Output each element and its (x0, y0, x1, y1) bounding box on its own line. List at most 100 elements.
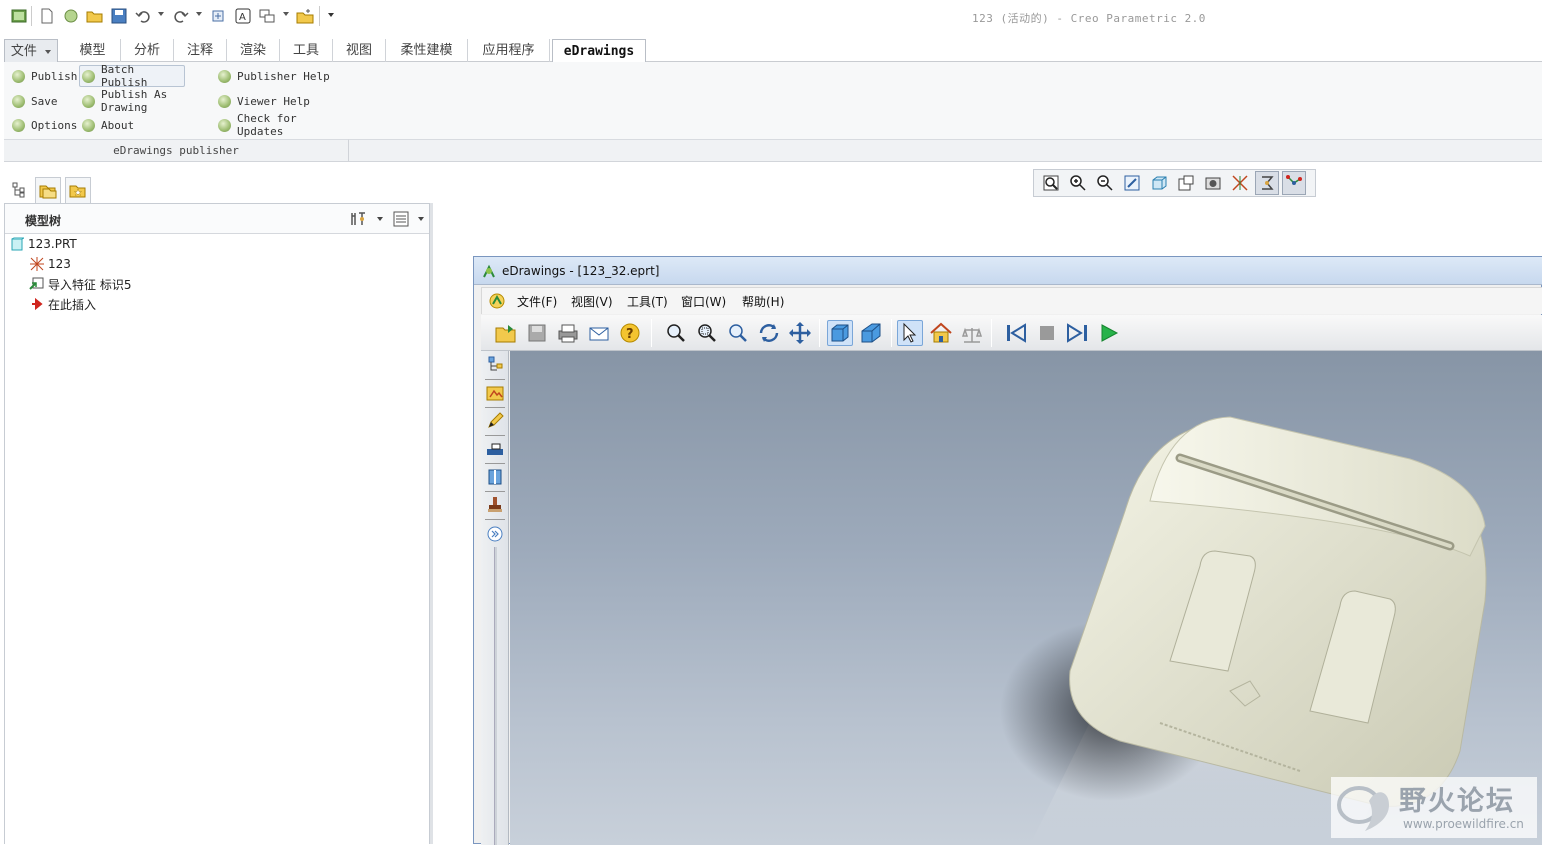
tab-file[interactable]: 文件 (4, 39, 58, 62)
section-icon[interactable] (484, 466, 506, 488)
tab-model[interactable]: 模型 (65, 39, 121, 62)
save-icon[interactable] (110, 7, 128, 25)
tab-analysis[interactable]: 分析 (121, 39, 174, 62)
tab-annotate[interactable]: 注释 (174, 39, 227, 62)
model-render (1000, 416, 1487, 845)
zoom-icon[interactable] (725, 320, 751, 346)
ribbon-panel: Publish Batch Publish Publisher Help Sav… (4, 62, 1542, 162)
regenerate-icon[interactable] (209, 7, 227, 25)
import-feature-icon (29, 276, 45, 292)
measure-icon[interactable] (959, 320, 985, 346)
save-label: Save (31, 94, 58, 108)
redo-icon[interactable] (172, 7, 190, 25)
ribbon-tabs: 文件 模型 分析 注释 渲染 工具 视图 柔性建模 应用程序 eDrawings (4, 39, 1542, 63)
stop-icon[interactable] (1034, 320, 1060, 346)
new-session-icon[interactable] (62, 7, 80, 25)
refit-icon[interactable] (1039, 171, 1063, 195)
spin-center-icon[interactable] (1255, 171, 1279, 195)
components-icon[interactable] (484, 353, 506, 375)
viewer-help-button[interactable]: Viewer Help (216, 91, 326, 111)
expand-sidebar-icon[interactable] (484, 523, 506, 545)
menu-help[interactable]: 帮助(H) (742, 293, 784, 310)
undo-icon[interactable] (134, 7, 152, 25)
help-icon[interactable]: ? (617, 320, 643, 346)
publish-as-drawing-icon (82, 94, 95, 108)
batch-publish-button[interactable]: Batch Publish (79, 63, 185, 89)
datum-csys-icon (29, 256, 45, 272)
about-button[interactable]: About (80, 115, 150, 135)
redo-dropdown-icon[interactable] (196, 12, 202, 16)
publish-as-drawing-label: Publish As Drawing (101, 88, 168, 114)
next-frame-icon[interactable] (1065, 320, 1091, 346)
first-frame-icon[interactable] (1003, 320, 1029, 346)
open-icon[interactable] (86, 7, 104, 25)
display-style-icon[interactable] (1201, 171, 1225, 195)
edrawings-menu-icon[interactable] (488, 292, 506, 310)
switch-window-icon[interactable] (258, 7, 276, 25)
tree-item-import-feature[interactable]: 导入特征 标识5 (29, 275, 131, 293)
menu-view[interactable]: 视图(V) (571, 293, 613, 310)
tree-item-insert-here[interactable]: 在此插入 (29, 295, 96, 313)
open-icon[interactable] (493, 320, 519, 346)
configurations-icon[interactable] (484, 382, 506, 404)
menu-tools[interactable]: 工具(T) (627, 293, 668, 310)
repaint-icon[interactable] (1120, 171, 1144, 195)
switch-window-dropdown-icon[interactable] (283, 12, 289, 16)
forum-watermark: 野火论坛 www.proewildfire.cn (1331, 777, 1537, 838)
options-button[interactable]: Options (10, 115, 82, 135)
tree-settings-icon[interactable] (349, 210, 367, 228)
menu-file[interactable]: 文件(F) (517, 293, 557, 310)
select-icon[interactable] (897, 320, 923, 346)
close-window-icon[interactable] (296, 7, 314, 25)
tab-flexible-modeling[interactable]: 柔性建模 (386, 39, 468, 62)
windows-icon[interactable]: A (234, 7, 252, 25)
pan-icon[interactable] (787, 320, 813, 346)
publish-button[interactable]: Publish (10, 66, 80, 86)
saved-views-icon[interactable] (1174, 171, 1198, 195)
tree-item-csys[interactable]: 123 (29, 255, 71, 273)
model-tree-tab[interactable] (6, 177, 32, 203)
zoom-in-icon[interactable] (1066, 171, 1090, 195)
undo-dropdown-icon[interactable] (158, 12, 164, 16)
datum-display-icon[interactable] (1228, 171, 1252, 195)
favorites-tab[interactable] (65, 177, 91, 203)
measure-tool-icon[interactable] (484, 438, 506, 460)
tree-item-part[interactable]: 123.PRT (9, 235, 77, 253)
edrawings-titlebar: eDrawings - [123_32.eprt] (474, 257, 1542, 285)
zoom-out-icon[interactable] (1093, 171, 1117, 195)
zoom-to-fit-icon[interactable] (663, 320, 689, 346)
shaded-view-icon[interactable] (827, 320, 853, 346)
tree-columns-icon[interactable] (392, 210, 410, 228)
edrawings-viewport[interactable] (510, 351, 1542, 845)
send-mail-icon[interactable] (586, 320, 612, 346)
print-icon[interactable] (555, 320, 581, 346)
tab-view[interactable]: 视图 (333, 39, 386, 62)
pane-splitter[interactable] (430, 203, 433, 844)
save-button[interactable]: Save (10, 91, 70, 111)
stamp-icon[interactable] (484, 494, 506, 516)
save-icon[interactable] (524, 320, 550, 346)
tree-settings-dropdown-icon[interactable] (377, 217, 383, 221)
customize-toolbar-icon[interactable] (328, 13, 334, 17)
tree-columns-dropdown-icon[interactable] (418, 217, 424, 221)
orientation-icon[interactable] (1147, 171, 1171, 195)
model-tree-panel: 模型树 123.PRT 123 导入特征 标识5 在此插入 (4, 203, 430, 844)
annotation-display-icon[interactable] (1282, 171, 1306, 195)
home-icon[interactable] (928, 320, 954, 346)
new-file-icon[interactable] (38, 7, 56, 25)
tab-edrawings[interactable]: eDrawings (552, 39, 646, 63)
markup-icon[interactable] (484, 410, 506, 432)
zoom-area-icon[interactable] (694, 320, 720, 346)
publisher-help-button[interactable]: Publisher Help (216, 66, 341, 86)
check-updates-button[interactable]: Check for Updates (216, 112, 346, 138)
menu-window[interactable]: 窗口(W) (681, 293, 726, 310)
check-updates-icon (218, 118, 231, 132)
tab-applications[interactable]: 应用程序 (468, 39, 550, 62)
play-icon[interactable] (1096, 320, 1122, 346)
folder-browser-tab[interactable] (35, 177, 61, 203)
tab-tools[interactable]: 工具 (280, 39, 333, 62)
perspective-icon[interactable] (858, 320, 884, 346)
rotate-icon[interactable] (756, 320, 782, 346)
publish-as-drawing-button[interactable]: Publish As Drawing (80, 88, 214, 114)
tab-render[interactable]: 渲染 (227, 39, 280, 62)
